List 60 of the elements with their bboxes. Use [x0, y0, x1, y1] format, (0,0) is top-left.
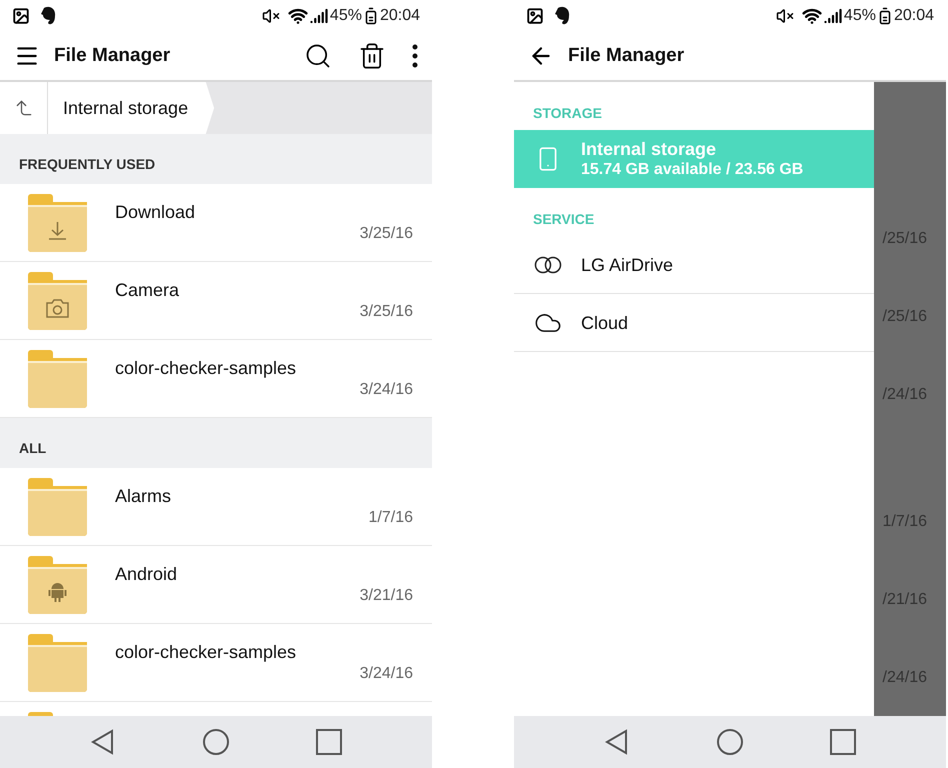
folder-name: Camera	[115, 279, 180, 302]
drawer-item-title: Cloud	[581, 312, 628, 334]
wifi-icon	[802, 6, 822, 26]
gallery-icon	[526, 7, 544, 25]
folder-name: Download	[115, 201, 196, 224]
mute-icon	[776, 7, 794, 25]
modified-date: 3/21/16	[360, 586, 413, 606]
download-folder-icon	[28, 194, 87, 252]
gallery-icon	[12, 7, 30, 25]
modified-date: /24/16	[882, 668, 927, 688]
section-header: ALL	[0, 418, 432, 468]
modified-date: 1/7/16	[882, 512, 927, 532]
rings-icon	[534, 256, 562, 274]
folder-icon	[28, 634, 87, 692]
camera-folder-icon	[28, 272, 87, 330]
signal-icon	[824, 7, 842, 25]
modified-date: /21/16	[882, 590, 927, 610]
mute-icon	[262, 7, 280, 25]
battery-percent: 45%	[844, 6, 876, 26]
folder-name: color-checker-samples	[115, 641, 296, 664]
modified-date: 3/25/16	[360, 302, 413, 322]
folder-icon	[28, 350, 87, 408]
clock: 20:04	[380, 6, 420, 26]
clock: 20:04	[894, 6, 934, 26]
section-header: FREQUENTLY USED	[0, 134, 432, 184]
signal-icon	[310, 7, 328, 25]
modified-date: 3/25/16	[360, 224, 413, 244]
battery-percent: 45%	[330, 6, 362, 26]
more-icon	[412, 44, 418, 68]
delete-button[interactable]	[358, 42, 386, 70]
search-icon	[304, 42, 332, 70]
folder-name: color-checker-samples	[115, 357, 296, 380]
wifi-icon	[288, 6, 308, 26]
recents-icon	[316, 729, 342, 755]
folder-name: Android	[115, 563, 178, 586]
modified-date: /24/16	[882, 385, 927, 405]
modified-date: 1/7/16	[368, 508, 413, 528]
back-icon	[604, 729, 630, 755]
modified-date: /25/16	[882, 307, 927, 327]
back-icon	[90, 729, 116, 755]
trash-icon	[358, 42, 386, 70]
folder-icon	[28, 478, 87, 536]
recents-icon	[830, 729, 856, 755]
folder-name: Alarms	[115, 485, 172, 508]
home-icon	[202, 728, 230, 756]
drawer-item-title: LG AirDrive	[581, 254, 674, 276]
home-icon	[716, 728, 744, 756]
breadcrumb-item[interactable]: Internal storage	[48, 82, 214, 134]
section-header: STORAGE	[532, 104, 603, 123]
modified-date: 3/24/16	[360, 664, 413, 684]
android-folder-icon	[28, 556, 87, 614]
storage-usage: 15.74 GB available / 23.56 GB	[581, 160, 804, 180]
search-button[interactable]	[304, 42, 332, 70]
modified-date: 3/24/16	[360, 380, 413, 400]
app-title: File Manager	[54, 44, 170, 68]
drawer-item-title: Internal storage	[581, 138, 718, 160]
app-title: File Manager	[568, 44, 684, 68]
more-options-button[interactable]	[412, 44, 418, 68]
modified-date: /25/16	[882, 229, 927, 249]
section-header: SERVICE	[532, 210, 596, 229]
